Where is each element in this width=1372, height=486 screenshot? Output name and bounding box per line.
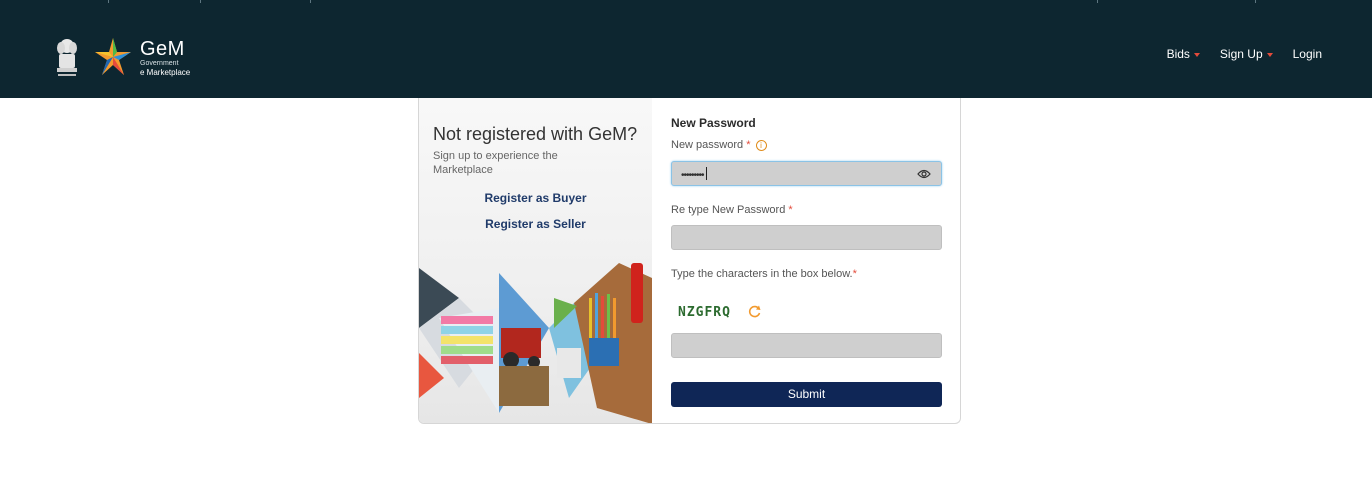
captcha-input[interactable] <box>671 333 942 358</box>
required-mark: * <box>852 268 857 280</box>
new-password-input[interactable]: ••••••••• <box>671 161 942 186</box>
captcha-image: NZGFRQ <box>678 305 731 320</box>
register-seller-link[interactable]: Register as Seller <box>419 217 652 231</box>
promo-subtitle: Sign up to experience the Marketplace <box>433 150 558 176</box>
new-password-form: New Password New password * i ••••••••• … <box>652 98 960 423</box>
info-icon[interactable]: i <box>755 140 767 151</box>
new-password-value: ••••••••• <box>681 167 707 181</box>
nav-login[interactable]: Login <box>1293 47 1322 61</box>
register-buyer-link[interactable]: Register as Buyer <box>419 191 652 205</box>
captcha-label-text: Type the characters in the box below. <box>671 268 853 280</box>
brand-subtitle-1: Government <box>140 60 179 67</box>
retype-password-input[interactable] <box>671 225 942 250</box>
required-mark: * <box>746 139 751 151</box>
brand-logo-text[interactable]: GeM Government e Marketplace <box>140 38 190 77</box>
new-password-label: New password * i <box>671 139 767 151</box>
emblem-icon <box>57 39 77 76</box>
refresh-icon[interactable] <box>747 304 762 319</box>
captcha-label: Type the characters in the box below.* <box>671 268 857 280</box>
masked-password: ••••••••• <box>681 170 704 181</box>
product-collage-image <box>419 263 652 423</box>
submit-button[interactable]: Submit <box>671 382 942 407</box>
text-cursor <box>705 167 707 180</box>
top-utility-bar <box>0 0 1372 3</box>
retype-password-label-text: Re type New Password <box>671 204 786 216</box>
form-title: New Password <box>671 116 756 130</box>
gem-logo-icon <box>95 38 131 75</box>
chevron-down-icon <box>1266 52 1273 57</box>
site-header: GeM Government e Marketplace Bids Sign U… <box>0 0 1372 98</box>
nav-login-label: Login <box>1292 47 1322 61</box>
nav-bids[interactable]: Bids <box>1167 47 1200 61</box>
nav-bids-label: Bids <box>1166 47 1190 61</box>
new-password-label-text: New password <box>671 139 744 151</box>
promo-title: Not registered with GeM? <box>433 124 638 144</box>
chevron-down-icon <box>1193 52 1200 57</box>
main-nav: Bids Sign Up Login <box>1167 47 1322 61</box>
password-card: Not registered with GeM? Sign up to expe… <box>418 98 961 424</box>
nav-sign-up-label: Sign Up <box>1219 47 1263 61</box>
required-mark: * <box>788 204 793 216</box>
nav-sign-up[interactable]: Sign Up <box>1220 47 1273 61</box>
retype-password-label: Re type New Password * <box>671 204 793 216</box>
brand-title: GeM <box>140 38 185 60</box>
eye-icon[interactable] <box>917 168 931 180</box>
brand-subtitle-2: e Marketplace <box>140 68 191 77</box>
signup-promo-panel: Not registered with GeM? Sign up to expe… <box>419 98 652 423</box>
